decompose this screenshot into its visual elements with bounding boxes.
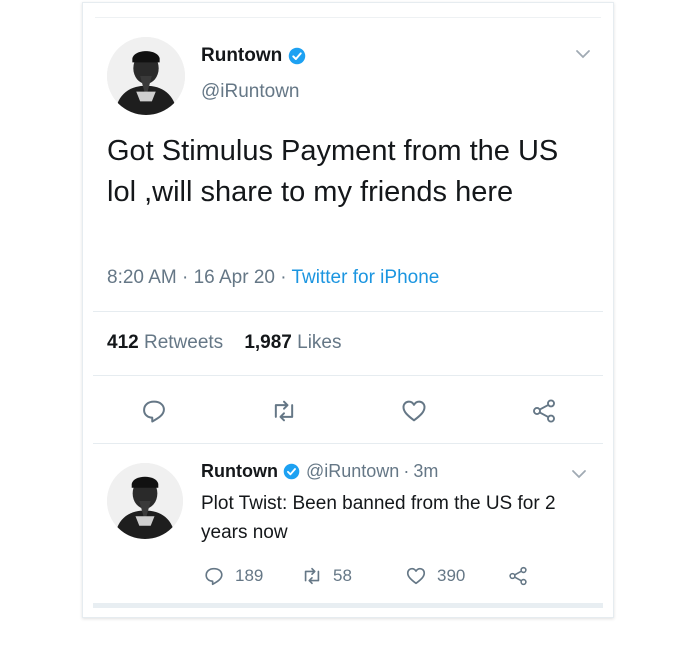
retweet-icon	[274, 400, 294, 422]
retweets-stat[interactable]: 412 Retweets	[107, 332, 223, 353]
tweet-text: Got Stimulus Payment from the US lol ,wi…	[107, 135, 559, 208]
share-icon	[509, 566, 527, 586]
author-display-name[interactable]: Runtown	[201, 45, 282, 67]
likes-label: Likes	[297, 332, 342, 353]
author-handle[interactable]: @iRuntown	[201, 81, 300, 103]
reply-like-button[interactable]: 390	[405, 565, 465, 587]
tweet-time[interactable]: 8:20 AM	[107, 267, 177, 288]
share-button[interactable]	[529, 396, 559, 426]
engagement-stats: 412 Retweets 1,987 Likes	[107, 332, 342, 354]
verified-badge-icon	[289, 47, 306, 65]
likes-stat[interactable]: 1,987 Likes	[244, 332, 341, 353]
meta-separator: ·	[280, 267, 287, 288]
tweet-meta: 8:20 AM · 16 Apr 20 · Twitter for iPhone	[107, 267, 439, 289]
avatar[interactable]	[107, 37, 185, 115]
retweet-count: 58	[333, 566, 352, 585]
like-button[interactable]	[399, 396, 429, 426]
chevron-down-icon[interactable]	[571, 469, 587, 479]
meta-separator: ·	[182, 267, 189, 288]
tweet-source-link[interactable]: Twitter for iPhone	[292, 267, 440, 288]
chevron-down-icon[interactable]	[575, 49, 591, 59]
divider	[93, 375, 603, 376]
divider	[93, 311, 603, 312]
likes-count: 1,987	[244, 332, 292, 353]
reply-count: 189	[235, 566, 264, 585]
reply-time[interactable]: 3m	[413, 461, 438, 482]
reply-handle[interactable]: @iRuntown	[306, 461, 399, 482]
retweet-button[interactable]	[269, 396, 299, 426]
tweet-date[interactable]: 16 Apr 20	[194, 267, 275, 288]
reply-reply-button[interactable]: 189	[203, 565, 263, 587]
reply-share-button[interactable]	[507, 565, 539, 587]
reply-display-name[interactable]: Runtown	[201, 461, 278, 482]
reply-avatar[interactable]	[107, 463, 183, 539]
like-count: 390	[437, 566, 466, 585]
reply-icon	[143, 400, 165, 423]
heart-icon	[406, 567, 426, 585]
retweet-icon	[304, 567, 320, 585]
retweets-label: Retweets	[143, 332, 224, 353]
reply-separator: ·	[403, 461, 410, 481]
reply-retweet-button[interactable]: 58	[301, 565, 352, 587]
tweet-card: Runtown @iRuntown Got Stimulus Payment f…	[82, 2, 614, 618]
reply-header: Runtown @iRuntown · 3m	[201, 461, 438, 482]
reply-button[interactable]	[139, 396, 169, 426]
card-top-divider	[95, 17, 601, 18]
heart-icon	[402, 400, 426, 422]
share-icon	[533, 399, 555, 423]
author-name-row: Runtown	[201, 45, 306, 67]
avatar-image	[107, 463, 183, 539]
reply-icon	[205, 567, 223, 586]
verified-badge-icon	[283, 463, 300, 480]
retweets-count: 412	[107, 332, 139, 353]
reply-text: Plot Twist: Been banned from the US for …	[201, 493, 556, 543]
divider	[93, 443, 603, 444]
bottom-divider-bar	[93, 603, 603, 608]
avatar-image	[107, 37, 185, 115]
